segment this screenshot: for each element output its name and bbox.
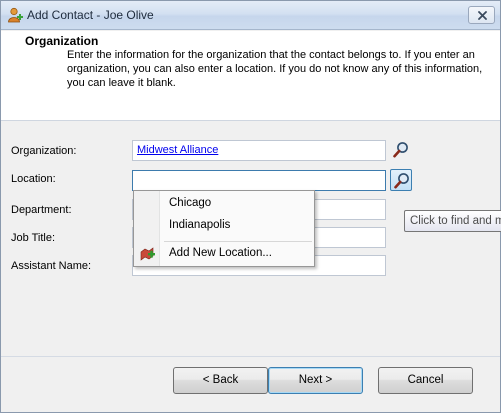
magnifier-icon — [393, 142, 408, 158]
lookup-tooltip: Click to find and m — [404, 210, 501, 232]
add-contact-icon — [7, 7, 23, 23]
bottom-divider — [1, 356, 500, 357]
organization-field[interactable]: Midwest Alliance — [132, 140, 386, 161]
job-title-label: Job Title: — [11, 232, 56, 244]
page-description: Enter the information for the organizati… — [67, 49, 483, 89]
add-location-icon — [140, 247, 156, 264]
magnifier-icon — [394, 173, 409, 189]
cancel-button[interactable]: Cancel — [378, 367, 473, 394]
next-button[interactable]: Next > — [268, 367, 363, 394]
location-dropdown: Chicago Indianapolis Add New Location... — [133, 190, 315, 267]
dropdown-separator — [164, 241, 312, 242]
location-label: Location: — [11, 173, 56, 185]
department-label: Department: — [11, 204, 72, 216]
close-icon — [478, 11, 487, 20]
page-title: Organization — [25, 34, 99, 48]
organization-label: Organization: — [11, 145, 77, 157]
close-button[interactable] — [468, 6, 495, 24]
assistant-name-label: Assistant Name: — [11, 260, 92, 272]
window-title: Add Contact - Joe Olive — [27, 8, 154, 22]
header-panel: Organization Enter the information for t… — [1, 31, 500, 121]
organization-lookup-button[interactable] — [390, 139, 412, 161]
location-lookup-button[interactable] — [390, 169, 412, 191]
dropdown-item-chicago[interactable]: Chicago — [169, 197, 211, 209]
location-field[interactable] — [132, 170, 386, 191]
organization-link[interactable]: Midwest Alliance — [137, 144, 218, 156]
dropdown-item-add-new-location[interactable]: Add New Location... — [169, 247, 272, 259]
add-contact-dialog: Add Contact - Joe Olive Organization Ent… — [0, 0, 501, 413]
title-bar[interactable]: Add Contact - Joe Olive — [1, 1, 500, 30]
back-button[interactable]: < Back — [173, 367, 268, 394]
dropdown-item-indianapolis[interactable]: Indianapolis — [169, 219, 230, 231]
